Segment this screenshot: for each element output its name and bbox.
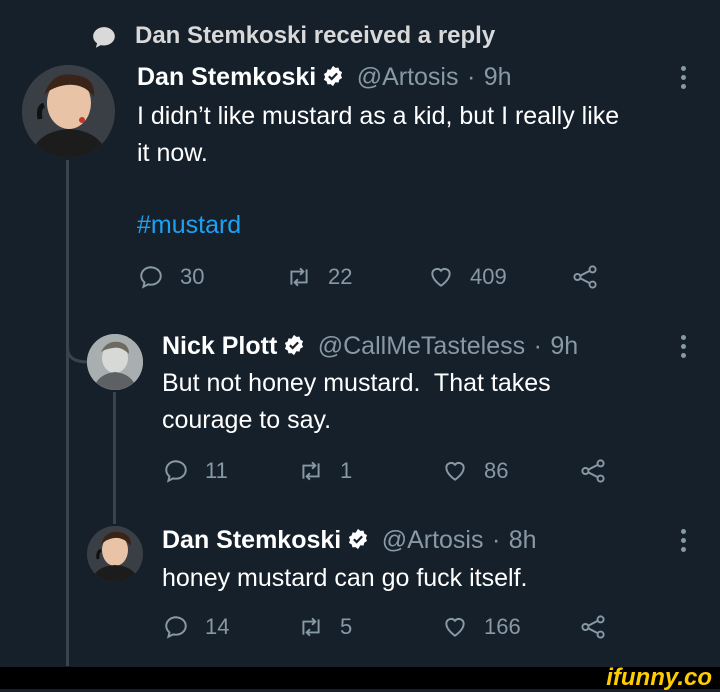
timestamp[interactable]: 9h	[484, 63, 512, 91]
ifunny-watermark: ifunny.co	[606, 664, 712, 691]
retweet-button[interactable]: 1	[298, 458, 352, 484]
reply-count: 14	[205, 614, 230, 639]
like-button[interactable]: 166	[442, 614, 521, 640]
reply-button[interactable]: 14	[163, 614, 229, 640]
like-count: 86	[484, 458, 509, 483]
share-icon	[573, 265, 597, 289]
display-name[interactable]: Dan Stemkoski	[162, 526, 341, 554]
separator: ·	[491, 526, 501, 554]
share-button[interactable]	[572, 264, 614, 290]
retweet-count: 5	[340, 614, 353, 639]
reply-count: 30	[180, 264, 205, 289]
avatar-image	[87, 334, 143, 390]
display-name[interactable]: Dan Stemkoski	[137, 63, 316, 91]
avatar[interactable]	[87, 526, 143, 582]
like-button[interactable]: 86	[442, 458, 508, 484]
thread-line-reply	[113, 392, 116, 524]
reply-icon	[165, 460, 187, 483]
heart-icon	[445, 617, 465, 637]
heart-icon	[431, 267, 451, 287]
share-icon	[581, 615, 605, 639]
reply-button[interactable]: 30	[138, 264, 204, 290]
tweet-text-line: honey mustard can go fuck itself.	[162, 564, 528, 592]
share-button[interactable]	[580, 614, 622, 640]
verified-badge-icon	[285, 334, 304, 356]
like-button[interactable]: 409	[428, 264, 507, 290]
tweet-text-line: But not honey mustard. That takes	[162, 369, 551, 397]
more-options-icon[interactable]	[681, 62, 687, 93]
retweet-count: 22	[328, 264, 353, 289]
handle[interactable]: @CallMeTasteless	[318, 332, 525, 360]
display-name[interactable]: Nick Plott	[162, 332, 277, 360]
like-count: 409	[470, 264, 507, 289]
tweet-text-line: I didn’t like mustard as a kid, but I re…	[137, 102, 620, 130]
reply-button[interactable]: 11	[163, 458, 228, 484]
retweet-button[interactable]: 5	[298, 614, 352, 640]
avatar-image	[22, 65, 115, 158]
context-header: Dan Stemkoski received a reply	[135, 22, 496, 49]
handle[interactable]: @Artosis	[357, 63, 459, 91]
share-button[interactable]	[580, 458, 622, 484]
tweet-text-line: it now.	[137, 139, 208, 167]
avatar[interactable]	[22, 65, 115, 158]
avatar[interactable]	[87, 334, 143, 390]
retweet-icon	[290, 267, 308, 287]
verified-badge-icon	[349, 528, 368, 550]
avatar-image	[87, 526, 143, 582]
reply-count: 11	[205, 458, 228, 483]
hashtag-link[interactable]: #mustard	[137, 211, 241, 240]
share-icon	[581, 459, 605, 483]
tweet-text: honey mustard can go fuck itself.	[162, 560, 527, 597]
reply-icon	[140, 266, 162, 289]
more-options-icon[interactable]	[681, 331, 687, 362]
retweet-icon	[302, 461, 320, 481]
reply-icon	[165, 616, 187, 639]
heart-icon	[445, 461, 465, 481]
timestamp[interactable]: 9h	[550, 332, 578, 360]
timestamp[interactable]: 8h	[509, 526, 537, 554]
tweet-text: But not honey mustard. That takes courag…	[162, 365, 551, 439]
reply-bubble-icon	[93, 27, 115, 48]
tweet-text-line: courage to say.	[162, 406, 332, 434]
more-options-icon[interactable]	[681, 525, 687, 556]
retweet-count: 1	[340, 458, 353, 483]
retweet-button[interactable]: 22	[286, 264, 352, 290]
separator: ·	[533, 332, 542, 360]
verified-badge-icon	[324, 65, 343, 87]
separator: ·	[466, 63, 476, 91]
thread-line-main	[66, 160, 69, 666]
handle[interactable]: @Artosis	[382, 526, 484, 554]
tweet-text: I didn’t like mustard as a kid, but I re…	[137, 98, 619, 172]
retweet-icon	[302, 617, 320, 637]
like-count: 166	[484, 614, 521, 639]
